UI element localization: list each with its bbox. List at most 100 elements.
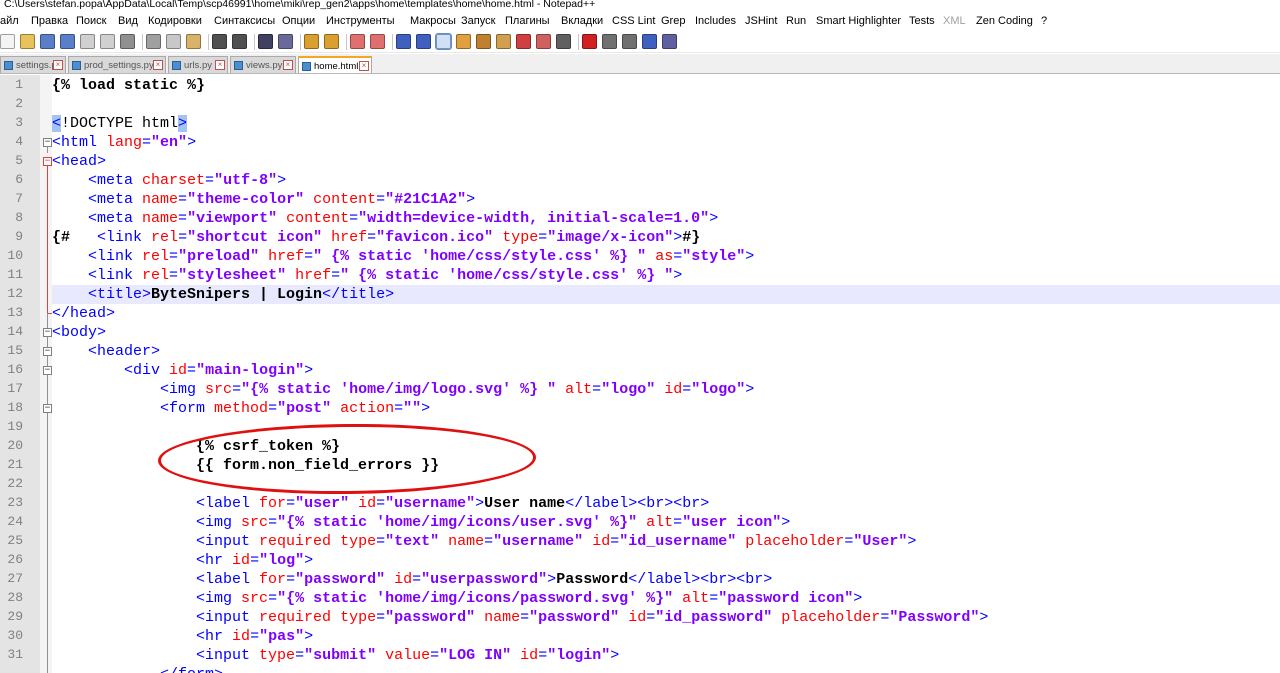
code-line[interactable]: <label for="password" id="userpassword">… [52, 570, 1280, 589]
tab-close-icon[interactable]: × [153, 60, 163, 70]
show-all-chars-icon[interactable] [416, 34, 431, 49]
code-line[interactable]: <body> [52, 323, 1280, 342]
menu-item-21[interactable]: ? [1041, 15, 1047, 27]
code-line[interactable]: <html lang="en"> [52, 133, 1280, 152]
code-line[interactable]: <div id="main-login"> [52, 361, 1280, 380]
menu-item-10[interactable]: Плагины [505, 15, 550, 27]
code-line[interactable]: <meta name="viewport" content="width=dev… [52, 209, 1280, 228]
sync-vertical-icon[interactable] [350, 34, 365, 49]
menu-item-8[interactable]: Макросы [410, 15, 456, 27]
fold-toggle-icon[interactable]: − [43, 328, 52, 337]
run-macro-multiple-icon[interactable] [642, 34, 657, 49]
menu-item-19[interactable]: XML [943, 15, 966, 27]
menu-item-11[interactable]: Вкладки [561, 15, 603, 27]
fold-toggle-icon[interactable]: − [43, 366, 52, 375]
play-macro-icon[interactable] [622, 34, 637, 49]
code-line[interactable]: <img src="{% static 'home/img/icons/user… [52, 513, 1280, 532]
print-icon[interactable] [120, 34, 135, 49]
code-line[interactable]: <meta charset="utf-8"> [52, 171, 1280, 190]
redo-icon[interactable] [232, 34, 247, 49]
tab-close-icon[interactable]: × [283, 60, 293, 70]
code-line[interactable] [52, 475, 1280, 494]
fold-toggle-icon[interactable]: − [43, 157, 52, 166]
replace-icon[interactable] [278, 34, 293, 49]
menu-item-5[interactable]: Синтаксисы [214, 15, 275, 27]
save-icon[interactable] [40, 34, 55, 49]
code-line[interactable]: <input required type="password" name="pa… [52, 608, 1280, 627]
fold-toggle-icon[interactable]: − [43, 404, 52, 413]
code-line[interactable]: {% load static %} [52, 76, 1280, 95]
menu-item-12[interactable]: CSS Lint [612, 15, 655, 27]
tab-close-icon[interactable]: × [215, 60, 225, 70]
fold-toggle-icon[interactable]: − [43, 138, 52, 147]
close-icon[interactable] [80, 34, 95, 49]
code-line[interactable]: <link rel="preload" href=" {% static 'ho… [52, 247, 1280, 266]
copy-icon[interactable] [166, 34, 181, 49]
menu-item-18[interactable]: Tests [909, 15, 935, 27]
monitor-icon[interactable] [536, 34, 551, 49]
code-line[interactable]: <img src="{% static 'home/img/icons/pass… [52, 589, 1280, 608]
code-line[interactable]: </head> [52, 304, 1280, 323]
file-tab-1[interactable]: prod_settings.py × [68, 56, 166, 73]
open-file-icon[interactable] [20, 34, 35, 49]
menu-item-9[interactable]: Запуск [461, 15, 495, 27]
indent-guide-icon[interactable] [435, 33, 452, 50]
code-line[interactable]: {# <link rel="shortcut icon" href="favic… [52, 228, 1280, 247]
code-line[interactable]: {% csrf_token %} [52, 437, 1280, 456]
code-line[interactable]: </form> [52, 665, 1280, 673]
menu-item-14[interactable]: Includes [695, 15, 736, 27]
doc-map-icon[interactable] [476, 34, 491, 49]
save-all-icon[interactable] [60, 34, 75, 49]
menu-item-15[interactable]: JSHint [745, 15, 777, 27]
menu-item-3[interactable]: Вид [118, 15, 138, 27]
file-tab-3[interactable]: views.py × [230, 56, 296, 73]
menu-item-16[interactable]: Run [786, 15, 806, 27]
code-line[interactable]: <img src="{% static 'home/img/logo.svg' … [52, 380, 1280, 399]
undo-icon[interactable] [212, 34, 227, 49]
file-tab-4[interactable]: home.html × [298, 56, 372, 73]
save-macro-icon[interactable] [662, 34, 677, 49]
file-tab-2[interactable]: urls.py × [168, 56, 228, 73]
zoom-in-icon[interactable] [304, 34, 319, 49]
code-line[interactable]: {{ form.non_field_errors }} [52, 456, 1280, 475]
cut-icon[interactable] [146, 34, 161, 49]
menu-item-7[interactable]: Инструменты [326, 15, 395, 27]
code-line[interactable]: <input required type="text" name="userna… [52, 532, 1280, 551]
menu-item-0[interactable]: айл [0, 15, 19, 27]
code-line[interactable]: <link rel="stylesheet" href=" {% static … [52, 266, 1280, 285]
code-line[interactable]: <header> [52, 342, 1280, 361]
code-line[interactable]: <hr id="log"> [52, 551, 1280, 570]
code-line[interactable] [52, 95, 1280, 114]
code-line[interactable]: <!DOCTYPE html> [52, 114, 1280, 133]
close-all-icon[interactable] [100, 34, 115, 49]
new-file-icon[interactable] [0, 34, 15, 49]
menu-item-4[interactable]: Кодировки [148, 15, 202, 27]
menu-item-6[interactable]: Опции [282, 15, 315, 27]
code-line[interactable]: <head> [52, 152, 1280, 171]
function-list-icon[interactable] [496, 34, 511, 49]
code-line[interactable] [52, 418, 1280, 437]
record-macro-icon[interactable] [582, 34, 597, 49]
folder-workspace-icon[interactable] [516, 34, 531, 49]
code-line[interactable]: <meta name="theme-color" content="#21C1A… [52, 190, 1280, 209]
menu-item-2[interactable]: Поиск [76, 15, 106, 27]
menu-item-20[interactable]: Zen Coding [976, 15, 1033, 27]
fold-toggle-icon[interactable]: − [43, 347, 52, 356]
paste-icon[interactable] [186, 34, 201, 49]
menu-item-13[interactable]: Grep [661, 15, 685, 27]
tab-close-icon[interactable]: × [53, 60, 63, 70]
code-line[interactable]: <hr id="pas"> [52, 627, 1280, 646]
menu-item-1[interactable]: Правка [31, 15, 68, 27]
code-line[interactable]: <title>ByteSnipers | Login</title> [52, 285, 1280, 304]
word-wrap-icon[interactable] [396, 34, 411, 49]
menu-item-17[interactable]: Smart Highlighter [816, 15, 901, 27]
find-icon[interactable] [258, 34, 273, 49]
code-editor[interactable]: {% load static %} <!DOCTYPE html> <html la… [52, 75, 1280, 673]
tab-close-icon[interactable]: × [359, 61, 369, 71]
code-line[interactable]: <input type="submit" value="LOG IN" id="… [52, 646, 1280, 665]
code-line[interactable]: <label for="user" id="username">User nam… [52, 494, 1280, 513]
zoom-out-icon[interactable] [324, 34, 339, 49]
sync-horizontal-icon[interactable] [370, 34, 385, 49]
user-lang-icon[interactable] [456, 34, 471, 49]
file-tab-0[interactable]: settings.py × [0, 56, 66, 73]
